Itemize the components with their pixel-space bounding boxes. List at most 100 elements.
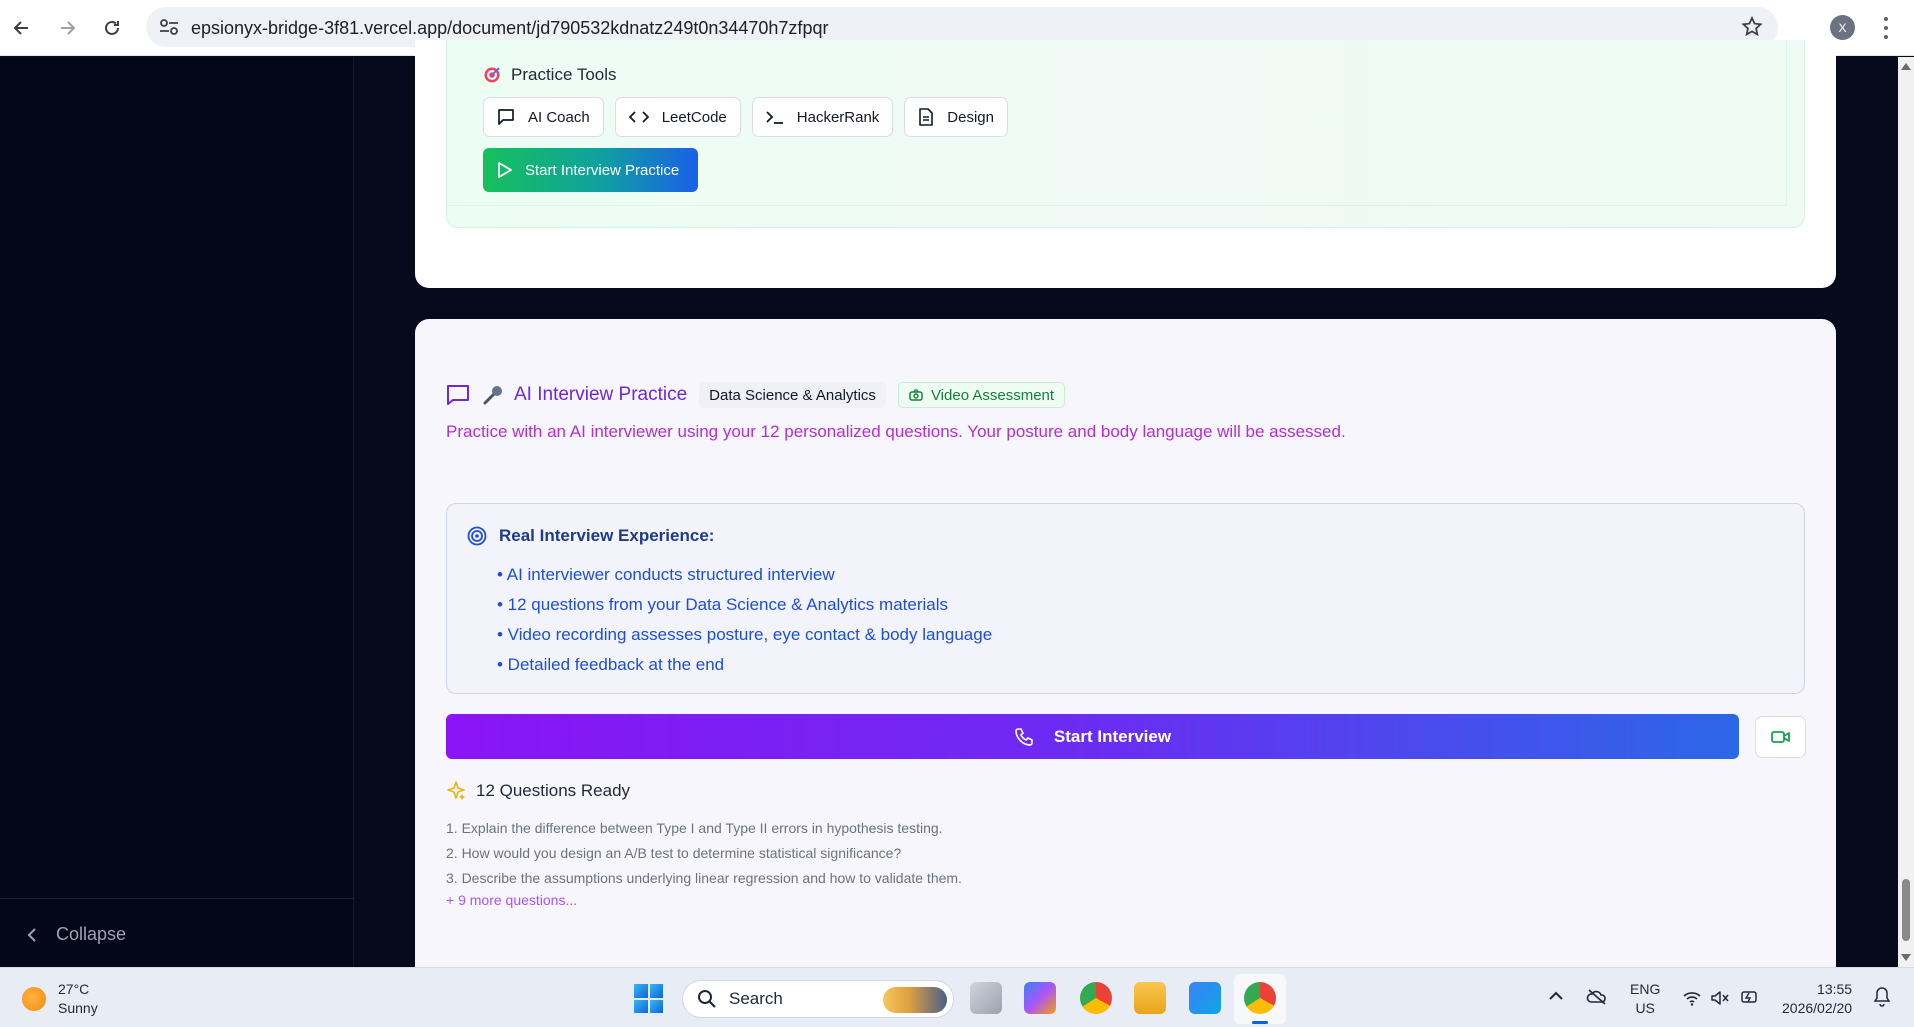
leetcode-button[interactable]: LeetCode [614, 97, 741, 137]
questions-title: 12 Questions Ready [476, 781, 631, 800]
sparkles-icon [447, 781, 465, 800]
experience-item: • 12 questions from your Data Science & … [497, 595, 948, 614]
ai-interview-description: Practice with an AI interviewer using yo… [446, 422, 1346, 441]
more-questions-link[interactable]: + 9 more questions... [446, 892, 577, 908]
input-language[interactable]: ENG US [1630, 980, 1660, 1018]
clock-time: 13:55 [1817, 981, 1853, 997]
scroll-down-arrow-icon[interactable] [1901, 954, 1911, 961]
experience-panel: Real Interview Experience: • AI intervie… [446, 503, 1805, 694]
collapse-label: Collapse [56, 924, 127, 944]
experience-heading: Real Interview Experience: [467, 526, 714, 546]
arrow-right-icon [61, 21, 76, 35]
active-app-indicator [1252, 1021, 1268, 1024]
terminal-icon [766, 111, 783, 124]
sidebar-divider [0, 898, 354, 899]
language-code: ENG [1630, 981, 1661, 997]
experience-item: • AI interviewer conducts structured int… [497, 565, 835, 584]
weather-condition: Sunny [58, 1000, 98, 1016]
system-clock[interactable]: 13:55 2026/02/20 [1782, 980, 1852, 1018]
onedrive-off-icon[interactable] [1586, 988, 1608, 1006]
questions-list: 1. Explain the difference between Type I… [446, 816, 962, 891]
experience-item: • Detailed feedback at the end [497, 655, 725, 674]
windows-taskbar: 27°C Sunny Search ENG US 13:55 2026/02/2… [0, 967, 1914, 1027]
page-scrollbar[interactable] [1898, 57, 1914, 967]
search-highlight-image [883, 987, 947, 1013]
design-button[interactable]: Design [904, 97, 1008, 137]
tool-buttons: AI Coach LeetCode HackerRank Design [483, 97, 1008, 137]
start-interview-practice-label: Start Interview Practice [525, 161, 680, 179]
arrow-left-icon [13, 21, 28, 35]
ai-interview-title: AI Interview Practice [514, 384, 688, 405]
file-explorer-icon[interactable] [1134, 982, 1166, 1014]
weather-widget[interactable]: 27°C Sunny [22, 980, 98, 1018]
collapse-button[interactable]: Collapse [26, 924, 126, 945]
experience-title: Real Interview Experience: [499, 526, 715, 545]
sun-icon [22, 987, 46, 1011]
chat-bubble-icon [498, 109, 514, 125]
code-icon [628, 111, 649, 123]
start-interview-practice-button[interactable]: Start Interview Practice [483, 148, 698, 192]
scrollbar-thumb[interactable] [1902, 879, 1910, 941]
question-item: 1. Explain the difference between Type I… [446, 820, 943, 836]
scroll-up-arrow-icon[interactable] [1901, 63, 1911, 70]
play-icon [498, 162, 512, 178]
site-settings-icon[interactable] [158, 17, 180, 37]
volume-muted-icon[interactable] [1710, 990, 1730, 1006]
back-button[interactable] [6, 12, 38, 44]
start-interview-button[interactable]: Start Interview [446, 714, 1739, 759]
practice-tools-heading: Practice Tools [483, 65, 617, 85]
reload-icon [105, 20, 119, 35]
task-view-icon[interactable] [970, 982, 1002, 1014]
copilot-icon[interactable] [1024, 982, 1056, 1014]
phone-icon [1015, 727, 1033, 746]
hackerrank-label: HackerRank [796, 108, 880, 126]
document-icon [919, 108, 934, 126]
tray-expand-chevron-icon[interactable] [1548, 990, 1564, 1002]
practice-tools-panel: Practice Tools AI Coach LeetCode HackerR… [446, 40, 1805, 228]
domain-badge: Data Science & Analytics [699, 382, 886, 408]
ai-coach-button[interactable]: AI Coach [483, 97, 604, 137]
bookmark-star-icon[interactable] [1740, 15, 1764, 39]
profile-avatar[interactable]: X [1830, 15, 1855, 40]
start-interview-label: Start Interview [1053, 726, 1172, 746]
question-item: 2. How would you design an A/B test to d… [446, 845, 902, 861]
video-assessment-label: Video Assessment [930, 386, 1055, 404]
notification-bell-icon[interactable] [1872, 986, 1892, 1008]
browser-menu-icon[interactable] [1884, 17, 1888, 39]
question-item: 3. Describe the assumptions underlying l… [446, 870, 962, 886]
leetcode-label: LeetCode [661, 108, 727, 126]
ai-coach-label: AI Coach [528, 108, 590, 126]
experience-list: • AI interviewer conducts structured int… [497, 560, 992, 680]
design-label: Design [947, 108, 994, 126]
practice-tools-title: Practice Tools [511, 65, 617, 84]
microsoft-store-icon[interactable] [1189, 982, 1221, 1014]
start-menu-windows-icon[interactable] [634, 984, 663, 1013]
hackerrank-button[interactable]: HackerRank [751, 97, 894, 137]
chat-bubble-icon [447, 385, 469, 405]
microphone-icon [483, 386, 502, 405]
search-label: Search [729, 989, 783, 1008]
taskbar-search[interactable]: Search [682, 980, 954, 1018]
chevron-left-icon [27, 927, 36, 942]
camera-icon [909, 389, 923, 401]
video-toggle-button[interactable] [1755, 716, 1806, 758]
clock-date: 2026/02/20 [1782, 1000, 1853, 1016]
video-assessment-badge: Video Assessment [897, 382, 1066, 408]
video-camera-icon [1770, 731, 1790, 743]
region-code: US [1635, 1000, 1655, 1016]
forward-button[interactable] [51, 12, 83, 44]
wifi-icon[interactable] [1682, 990, 1702, 1006]
chrome-icon[interactable] [1244, 982, 1276, 1014]
url-text: epsionyx-bridge-3f81.vercel.app/document… [191, 18, 829, 38]
questions-heading: 12 Questions Ready [446, 781, 630, 801]
reload-button[interactable] [96, 12, 128, 44]
experience-item: • Video recording assesses posture, eye … [497, 625, 993, 644]
chrome-dev-icon[interactable] [1080, 982, 1112, 1014]
search-icon [698, 990, 716, 1008]
target-dart-icon [484, 67, 500, 83]
practice-tools-card: Practice Tools AI Coach LeetCode HackerR… [415, 40, 1836, 288]
battery-charging-icon[interactable] [1740, 988, 1760, 1006]
sidebar: Collapse [0, 57, 354, 967]
temperature: 27°C [58, 981, 90, 997]
ai-interview-card: AI Interview Practice Data Science & Ana… [415, 319, 1836, 967]
